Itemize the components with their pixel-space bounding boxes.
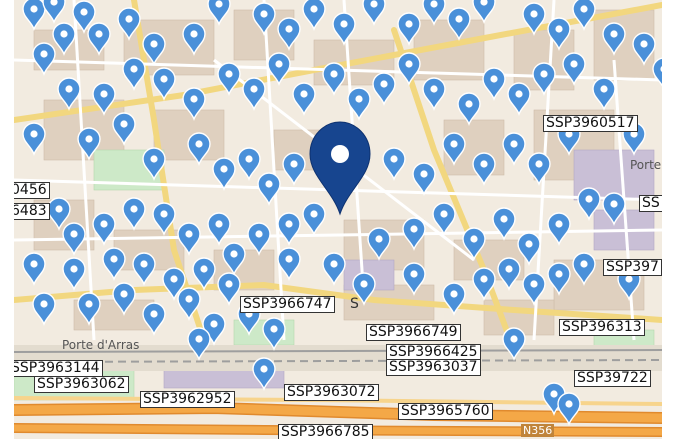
station-label[interactable]: SSP3962952 [140, 391, 235, 408]
station-label[interactable]: SSP3960517 [543, 115, 638, 132]
map-viewport-frame: Porte d'Arras Porte N356 SSP3960517 SSP3… [0, 0, 674, 439]
station-label[interactable]: 6483 [14, 203, 50, 220]
station-label[interactable]: SSP397 [603, 259, 662, 276]
station-label[interactable]: SSP3966747 [240, 296, 335, 313]
station-label[interactable]: SSP3966785 [278, 424, 373, 439]
right-page-margin [662, 0, 674, 439]
left-page-margin [0, 0, 14, 439]
place-label-n356: N356 [521, 424, 555, 437]
station-label[interactable]: 0456 [14, 182, 50, 199]
station-label[interactable]: SSP3963144 [14, 360, 103, 377]
place-label-porte-darras: Porte d'Arras [62, 338, 140, 352]
station-label[interactable]: SSP39722 [574, 370, 651, 387]
station-label[interactable]: SSP3963037 [386, 359, 481, 376]
station-label[interactable]: SSP3966749 [366, 324, 461, 341]
place-label-porte: Porte [630, 158, 662, 172]
place-label-s: S [350, 296, 359, 312]
station-label[interactable]: SSP396313 [559, 319, 645, 336]
map-tiles-svg[interactable] [14, 0, 662, 439]
station-label[interactable]: SSP3965760 [398, 403, 493, 420]
station-label[interactable]: SSP3963062 [34, 376, 129, 393]
station-label[interactable]: SSP3963072 [284, 384, 379, 401]
map-canvas[interactable]: Porte d'Arras Porte N356 SSP3960517 SSP3… [14, 0, 662, 439]
station-label[interactable]: SS [639, 195, 662, 212]
